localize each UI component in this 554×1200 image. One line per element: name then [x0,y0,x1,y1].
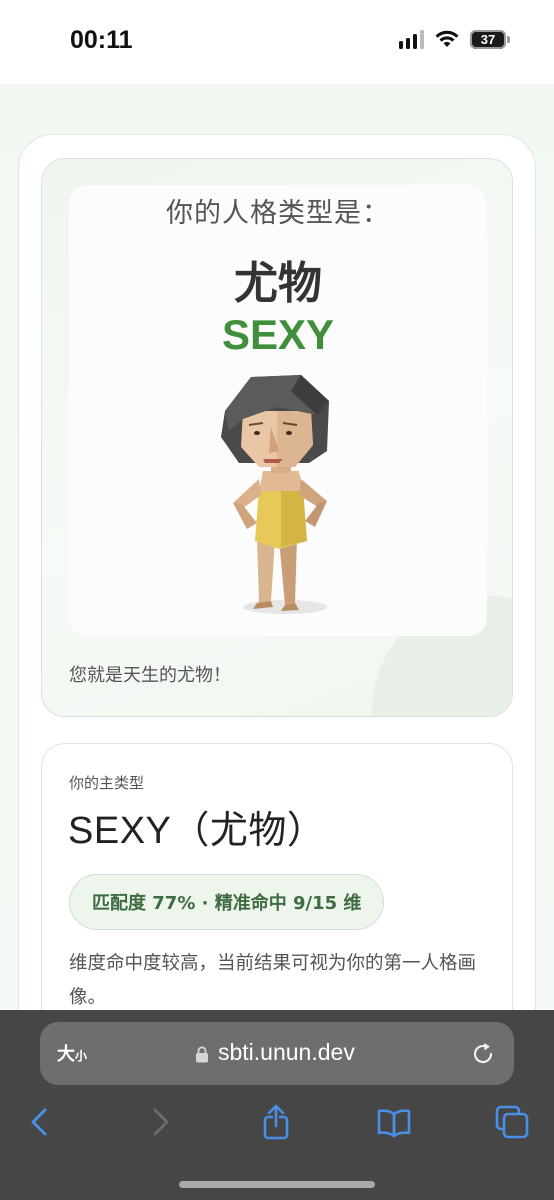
wifi-icon [435,30,459,47]
navigation-toolbar [0,1098,554,1148]
status-bar: 00:11 37 [0,0,554,84]
text-size-label-big: 大 [57,1044,75,1065]
tabs-icon[interactable] [494,1104,530,1140]
reload-icon[interactable] [470,1041,496,1067]
personality-name-cn: 尤物 [234,258,322,309]
chevron-right-icon[interactable] [142,1104,178,1140]
match-badge: 匹配度 77% · 精准命中 9/15 维 [69,874,385,930]
home-indicator [179,1181,375,1188]
main-type-label: 你的主类型 [69,774,145,792]
battery-level: 37 [480,31,496,47]
address-bar[interactable]: 大小 sbti.unun.dev [40,1022,514,1085]
main-type-description: 维度命中度较高，当前结果可视为你的第一人格画像。 [69,953,477,1008]
share-icon[interactable] [258,1104,294,1140]
lock-icon [196,1046,208,1063]
browser-toolbar: 大小 sbti.unun.dev [0,1010,554,1200]
personality-name-en: SEXY [221,311,335,358]
text-size-label-small: 小 [75,1049,88,1063]
character-illustration [221,375,329,614]
book-icon[interactable] [376,1104,412,1140]
cellular-signal-icon [399,29,424,49]
url-text: sbti.unun.dev [218,1039,355,1065]
main-type-value-cn: （尤物） [171,808,326,852]
result-tagline: 您就是天生的尤物！ [69,665,231,686]
chevron-left-icon[interactable] [22,1104,58,1140]
text-size-button[interactable]: 大小 [57,1040,87,1066]
result-poster: 你的人格类型是： 尤物 SEXY [69,185,487,636]
personality-result-card: 你的人格类型是： 尤物 SEXY 您就是天生的尤物！ [41,158,513,717]
main-type-value: SEXY（尤物） [68,799,325,854]
battery-icon: 37 [470,29,506,49]
status-icons: 37 [399,29,510,49]
poster-heading: 你的人格类型是： [166,198,390,229]
main-type-value-en: SEXY [68,810,172,852]
status-time: 00:11 [70,26,133,54]
